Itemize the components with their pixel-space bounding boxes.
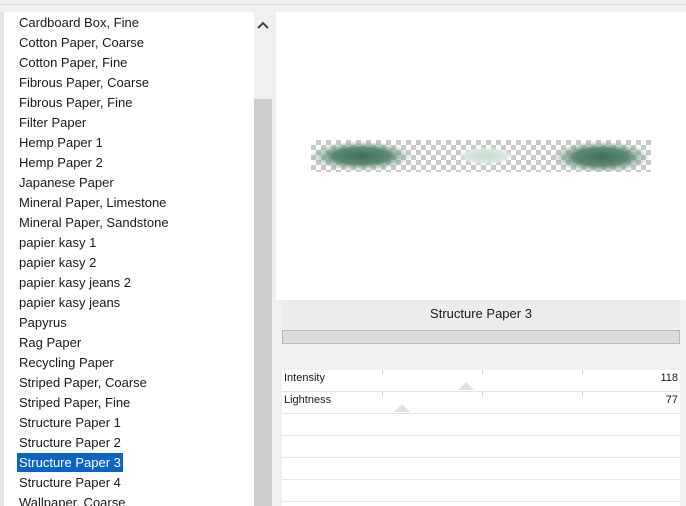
texture-swatch xyxy=(311,141,413,171)
slider-tick xyxy=(382,370,383,374)
scroll-thumb[interactable] xyxy=(254,99,272,506)
slider-tick xyxy=(482,370,483,374)
chevron-up-icon xyxy=(257,17,269,32)
texture-swatch xyxy=(551,141,651,172)
panel-divider xyxy=(272,12,275,506)
param-row-intensity[interactable]: Intensity 118 xyxy=(282,370,680,392)
slider-tick xyxy=(582,392,583,396)
list-item[interactable]: Structure Paper 1 xyxy=(17,413,123,432)
list-item[interactable]: papier kasy 1 xyxy=(17,233,98,252)
list-item[interactable]: Structure Paper 4 xyxy=(17,473,123,492)
texture-preview xyxy=(276,12,686,300)
list-scrollbar[interactable] xyxy=(254,12,272,506)
slider-tick xyxy=(382,392,383,396)
filter-progress-bar xyxy=(282,330,680,344)
list-item[interactable]: Japanese Paper xyxy=(17,173,116,192)
list-item[interactable]: Papyrus xyxy=(17,313,69,332)
param-value: 118 xyxy=(660,372,678,384)
list-item[interactable]: Striped Paper, Fine xyxy=(17,393,132,412)
texture-swatch xyxy=(458,147,514,165)
param-row-empty xyxy=(282,458,680,480)
param-label: Lightness xyxy=(284,394,332,406)
list-item[interactable]: Hemp Paper 2 xyxy=(17,153,105,172)
scroll-up-button[interactable] xyxy=(254,12,272,36)
slider-marker[interactable] xyxy=(394,404,410,412)
list-item[interactable]: Striped Paper, Coarse xyxy=(17,373,149,392)
list-item[interactable]: papier kasy jeans xyxy=(17,293,122,312)
list-item-selected[interactable]: Structure Paper 3 xyxy=(17,453,123,472)
list-item[interactable]: Cotton Paper, Fine xyxy=(17,53,129,72)
param-row-empty xyxy=(282,436,680,458)
list-item[interactable]: Hemp Paper 1 xyxy=(17,133,105,152)
texture-swatches xyxy=(311,141,651,172)
list-item[interactable]: Fibrous Paper, Fine xyxy=(17,93,134,112)
param-row-empty xyxy=(282,480,680,502)
list-item[interactable]: Structure Paper 2 xyxy=(17,433,123,452)
filter-name: Structure Paper 3 xyxy=(282,300,680,328)
texture-preview-strip xyxy=(311,140,651,172)
top-strip xyxy=(0,0,686,5)
slider-tick xyxy=(582,370,583,374)
list-item[interactable]: Wallpaper, Coarse xyxy=(17,493,127,506)
preset-list[interactable]: Cardboard Box, Fine Cotton Paper, Coarse… xyxy=(4,12,254,506)
list-item[interactable]: Mineral Paper, Limestone xyxy=(17,193,168,212)
param-row-lightness[interactable]: Lightness 77 xyxy=(282,392,680,414)
list-item[interactable]: Recycling Paper xyxy=(17,353,116,372)
list-item[interactable]: Cardboard Box, Fine xyxy=(17,13,141,32)
list-item[interactable]: Filter Paper xyxy=(17,113,88,132)
list-item[interactable]: Cotton Paper, Coarse xyxy=(17,33,146,52)
list-item[interactable]: Rag Paper xyxy=(17,333,83,352)
list-item[interactable]: papier kasy jeans 2 xyxy=(17,273,133,292)
parameter-list: Intensity 118 Lightness 77 xyxy=(282,370,680,506)
list-item[interactable]: Fibrous Paper, Coarse xyxy=(17,73,151,92)
param-row-empty xyxy=(282,414,680,436)
list-item[interactable]: papier kasy 2 xyxy=(17,253,98,272)
slider-marker[interactable] xyxy=(458,382,474,390)
param-label: Intensity xyxy=(284,372,325,384)
param-value: 77 xyxy=(665,394,678,406)
slider-tick xyxy=(482,392,483,396)
list-item[interactable]: Mineral Paper, Sandstone xyxy=(17,213,171,232)
